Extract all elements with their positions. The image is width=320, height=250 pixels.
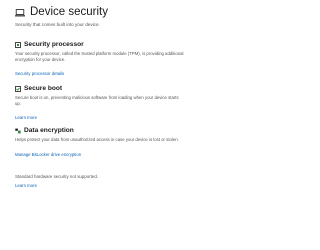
security-processor-section: Security processor Your security process… — [15, 40, 295, 80]
page-header: Device security — [15, 6, 108, 18]
footer-learn-more-link[interactable]: Learn more — [15, 183, 37, 188]
data-encryption-description: Helps protect your data from unauthorize… — [15, 137, 179, 142]
security-processor-description: Your security processor, called the trus… — [15, 51, 184, 62]
secure-boot-icon — [15, 85, 21, 92]
page-subtitle: Security that comes built into your devi… — [15, 22, 100, 27]
page-title: Device security — [30, 6, 108, 18]
secure-boot-header: Secure boot — [15, 84, 295, 93]
secure-boot-learn-more-link[interactable]: Learn more — [15, 115, 37, 120]
data-encryption-title: Data encryption — [24, 127, 74, 134]
laptop-icon — [15, 8, 25, 16]
security-processor-icon — [15, 41, 21, 48]
data-encryption-header: Data encryption — [15, 126, 295, 135]
data-encryption-section: Data encryption Helps protect your data … — [15, 126, 295, 161]
manage-bitlocker-link[interactable]: Manage BitLocker drive encryption — [15, 152, 81, 157]
secure-boot-title: Secure boot — [24, 85, 63, 92]
secure-boot-section: Secure boot Secure boot is on, preventin… — [15, 84, 295, 124]
device-security-page: Device security Security that comes buil… — [0, 0, 307, 250]
data-encryption-icon — [15, 128, 21, 133]
secure-boot-description: Secure boot is on, preventing malicious … — [15, 95, 179, 106]
security-processor-details-link[interactable]: Security processor details — [15, 71, 64, 76]
hardware-security-note: Standard hardware security not supported… — [15, 174, 98, 179]
security-processor-header: Security processor — [15, 40, 295, 49]
security-processor-title: Security processor — [24, 41, 84, 48]
